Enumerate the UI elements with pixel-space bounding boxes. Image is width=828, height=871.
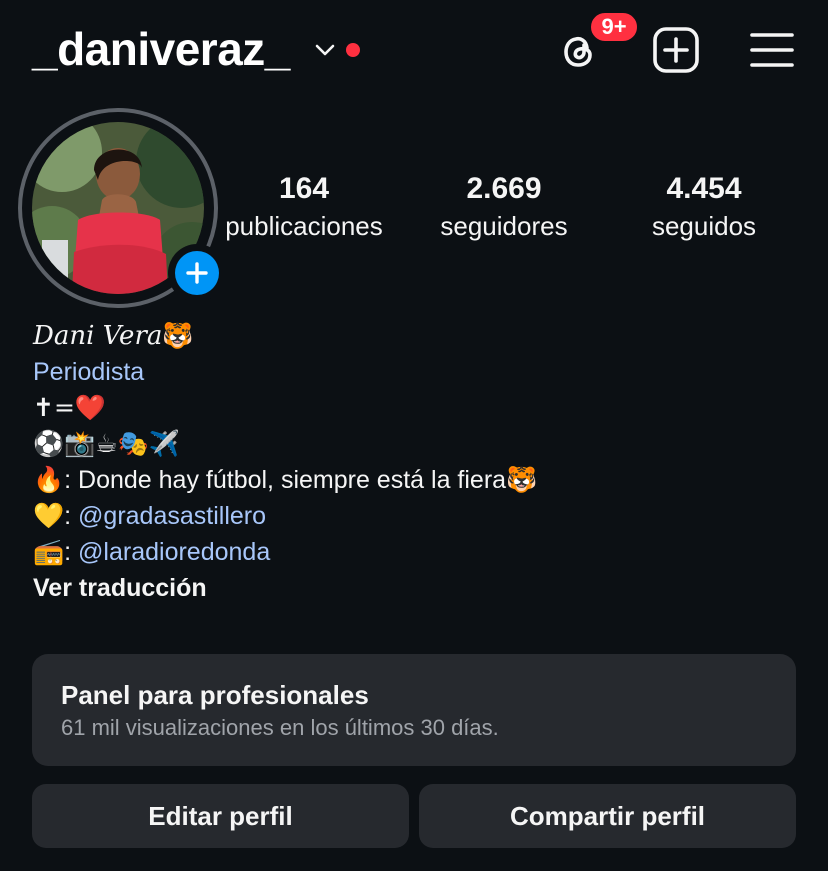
display-name: Dani Vera (33, 321, 163, 351)
followers-label: seguidores (440, 211, 568, 241)
followers-count: 2.669 (466, 172, 542, 205)
bio-separator: : (64, 538, 79, 566)
posts-count: 164 (278, 172, 330, 205)
yellow-heart-emoji: 💛 (33, 501, 65, 530)
username-title[interactable]: _daniveraz_ (32, 22, 290, 76)
add-story-button[interactable] (168, 244, 226, 302)
edit-profile-button[interactable]: Editar perfil (32, 784, 409, 848)
mention-gradasastillero[interactable]: @gradasastillero (78, 502, 266, 530)
share-profile-button[interactable]: Compartir perfil (419, 784, 796, 848)
fire-emoji: 🔥 (33, 465, 65, 494)
profile-bio: Dani Vera🐯 Periodista ✝=❤️ ⚽📸☕🎭✈️ 🔥: Don… (33, 318, 813, 606)
profile-header: _daniveraz_ 9+ (0, 0, 828, 100)
posts-label: publicaciones (225, 211, 383, 241)
bio-line-football: : Donde hay fútbol, siempre está la fier… (64, 466, 507, 494)
see-translation-link[interactable]: Ver traducción (33, 574, 207, 602)
add-post-icon[interactable] (652, 26, 700, 74)
tiger-emoji-end: 🐯 (506, 465, 538, 494)
unread-dot (346, 43, 360, 57)
professional-dashboard-title: Panel para profesionales (61, 680, 369, 710)
posts-stat[interactable]: 164 publicaciones (214, 170, 394, 244)
hamburger-menu-icon[interactable] (750, 30, 794, 70)
radio-emoji: 📻 (33, 537, 65, 566)
plus-icon (186, 262, 208, 284)
profile-avatar[interactable] (18, 108, 226, 308)
tiger-emoji: 🐯 (162, 321, 194, 350)
followers-stat[interactable]: 2.669 seguidores (414, 170, 594, 244)
bio-line-faith: ✝=❤️ (33, 393, 107, 422)
bio-line-hobbies: ⚽📸☕🎭✈️ (33, 429, 180, 458)
notification-badge: 9+ (588, 10, 640, 44)
following-count: 4.454 (666, 172, 742, 205)
profile-category[interactable]: Periodista (33, 358, 144, 386)
following-stat[interactable]: 4.454 seguidos (614, 170, 794, 244)
following-label: seguidos (651, 211, 757, 241)
mention-laradioredonda[interactable]: @laradioredonda (78, 538, 270, 566)
professional-dashboard-card[interactable]: Panel para profesionales 61 mil visualiz… (32, 654, 796, 766)
bio-separator: : (64, 502, 79, 530)
professional-dashboard-subtitle: 61 mil visualizaciones en los últimos 30… (61, 715, 499, 740)
chevron-down-icon[interactable] (314, 42, 336, 58)
